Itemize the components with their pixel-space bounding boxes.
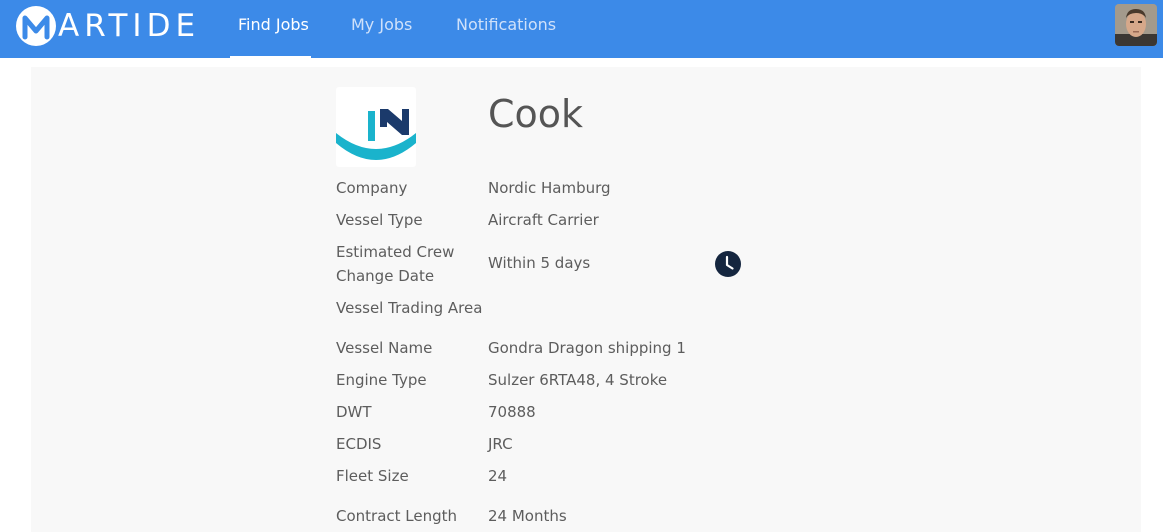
logo-m-icon	[16, 6, 56, 46]
user-avatar[interactable]	[1115, 4, 1157, 46]
active-nav-indicator	[230, 56, 311, 58]
label-ecdis: ECDIS	[336, 435, 382, 453]
job-title: Cook	[488, 92, 584, 136]
label-company: Company	[336, 179, 408, 197]
nav-find-jobs[interactable]: Find Jobs	[238, 0, 309, 50]
label-contract-length: Contract Length	[336, 507, 458, 525]
martide-logo[interactable]: ARTIDE	[16, 6, 200, 46]
value-vessel-name: Gondra Dragon shipping 1	[488, 339, 686, 357]
label-vessel-name: Vessel Name	[336, 339, 433, 357]
label-estimated-crew-change-date-line2: Change Date	[336, 267, 435, 285]
value-ecdis: JRC	[488, 435, 513, 453]
label-fleet-size: Fleet Size	[336, 467, 409, 485]
nordic-hamburg-logo-icon	[336, 87, 416, 167]
clock-icon	[715, 251, 741, 277]
value-estimated-crew-change-date: Within 5 days	[488, 254, 591, 272]
label-dwt: DWT	[336, 403, 372, 421]
nav-notifications[interactable]: Notifications	[456, 0, 556, 50]
label-engine-type: Engine Type	[336, 371, 427, 389]
logo-text: ARTIDE	[58, 8, 201, 44]
job-detail-panel	[31, 67, 1141, 532]
value-company: Nordic Hamburg	[488, 179, 611, 197]
value-contract-length: 24 Months	[488, 507, 567, 525]
value-vessel-type: Aircraft Carrier	[488, 211, 599, 229]
top-navigation-bar: ARTIDE Find Jobs My Jobs Notifications	[0, 0, 1163, 58]
label-vessel-type: Vessel Type	[336, 211, 423, 229]
value-fleet-size: 24	[488, 467, 508, 485]
nav-my-jobs[interactable]: My Jobs	[351, 0, 412, 50]
label-vessel-trading-area: Vessel Trading Area	[336, 299, 483, 317]
value-dwt: 70888	[488, 403, 536, 421]
label-estimated-crew-change-date-line1: Estimated Crew	[336, 243, 455, 261]
value-engine-type: Sulzer 6RTA48, 4 Stroke	[488, 371, 668, 389]
